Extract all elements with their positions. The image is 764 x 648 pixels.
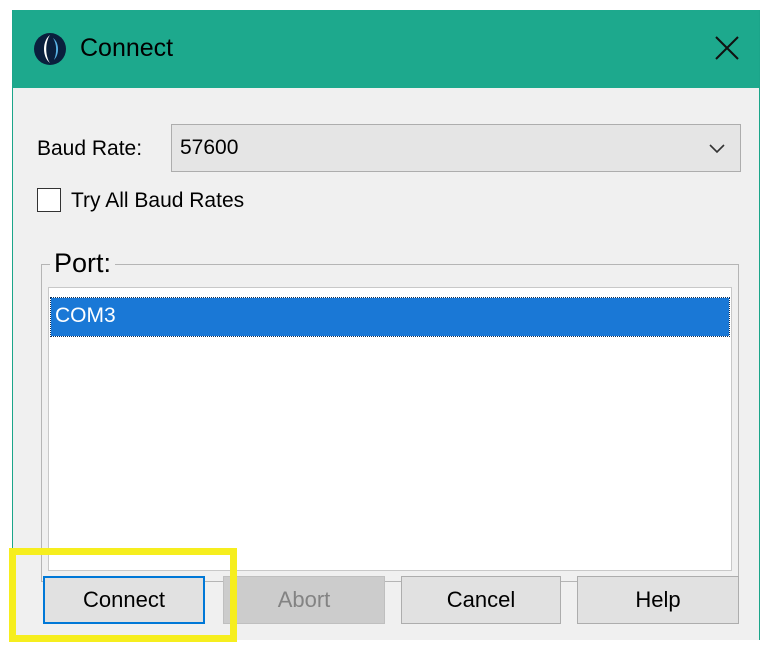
try-all-baud-rates-checkbox[interactable]	[37, 188, 61, 212]
baud-rate-select[interactable]: 57600	[171, 124, 741, 172]
baud-rate-label: Baud Rate:	[37, 137, 143, 160]
background-artifact	[214, 0, 238, 6]
app-logo-icon	[34, 33, 66, 65]
help-button[interactable]: Help	[577, 576, 739, 624]
close-icon	[715, 36, 739, 60]
port-group-label: Port:	[50, 247, 116, 279]
chevron-down-icon	[709, 144, 725, 154]
port-list-item[interactable]: COM3	[50, 297, 730, 337]
port-list[interactable]: COM3	[48, 287, 732, 571]
title-bar[interactable]: Connect	[13, 10, 759, 88]
port-group: Port: COM3	[41, 247, 739, 582]
close-button[interactable]	[707, 28, 747, 68]
baud-rate-value: 57600	[180, 136, 239, 159]
cancel-button[interactable]: Cancel	[401, 576, 561, 624]
try-all-baud-rates-label[interactable]: Try All Baud Rates	[71, 188, 244, 214]
window-title: Connect	[80, 34, 174, 62]
page: Connect Baud Rate: 57600 Try All Baud Ra…	[0, 0, 764, 648]
connect-dialog: Connect Baud Rate: 57600 Try All Baud Ra…	[12, 10, 760, 640]
abort-button[interactable]: Abort	[223, 576, 385, 624]
dialog-body: Baud Rate: 57600 Try All Baud Rates Port…	[13, 88, 759, 640]
connect-button[interactable]: Connect	[43, 576, 205, 624]
